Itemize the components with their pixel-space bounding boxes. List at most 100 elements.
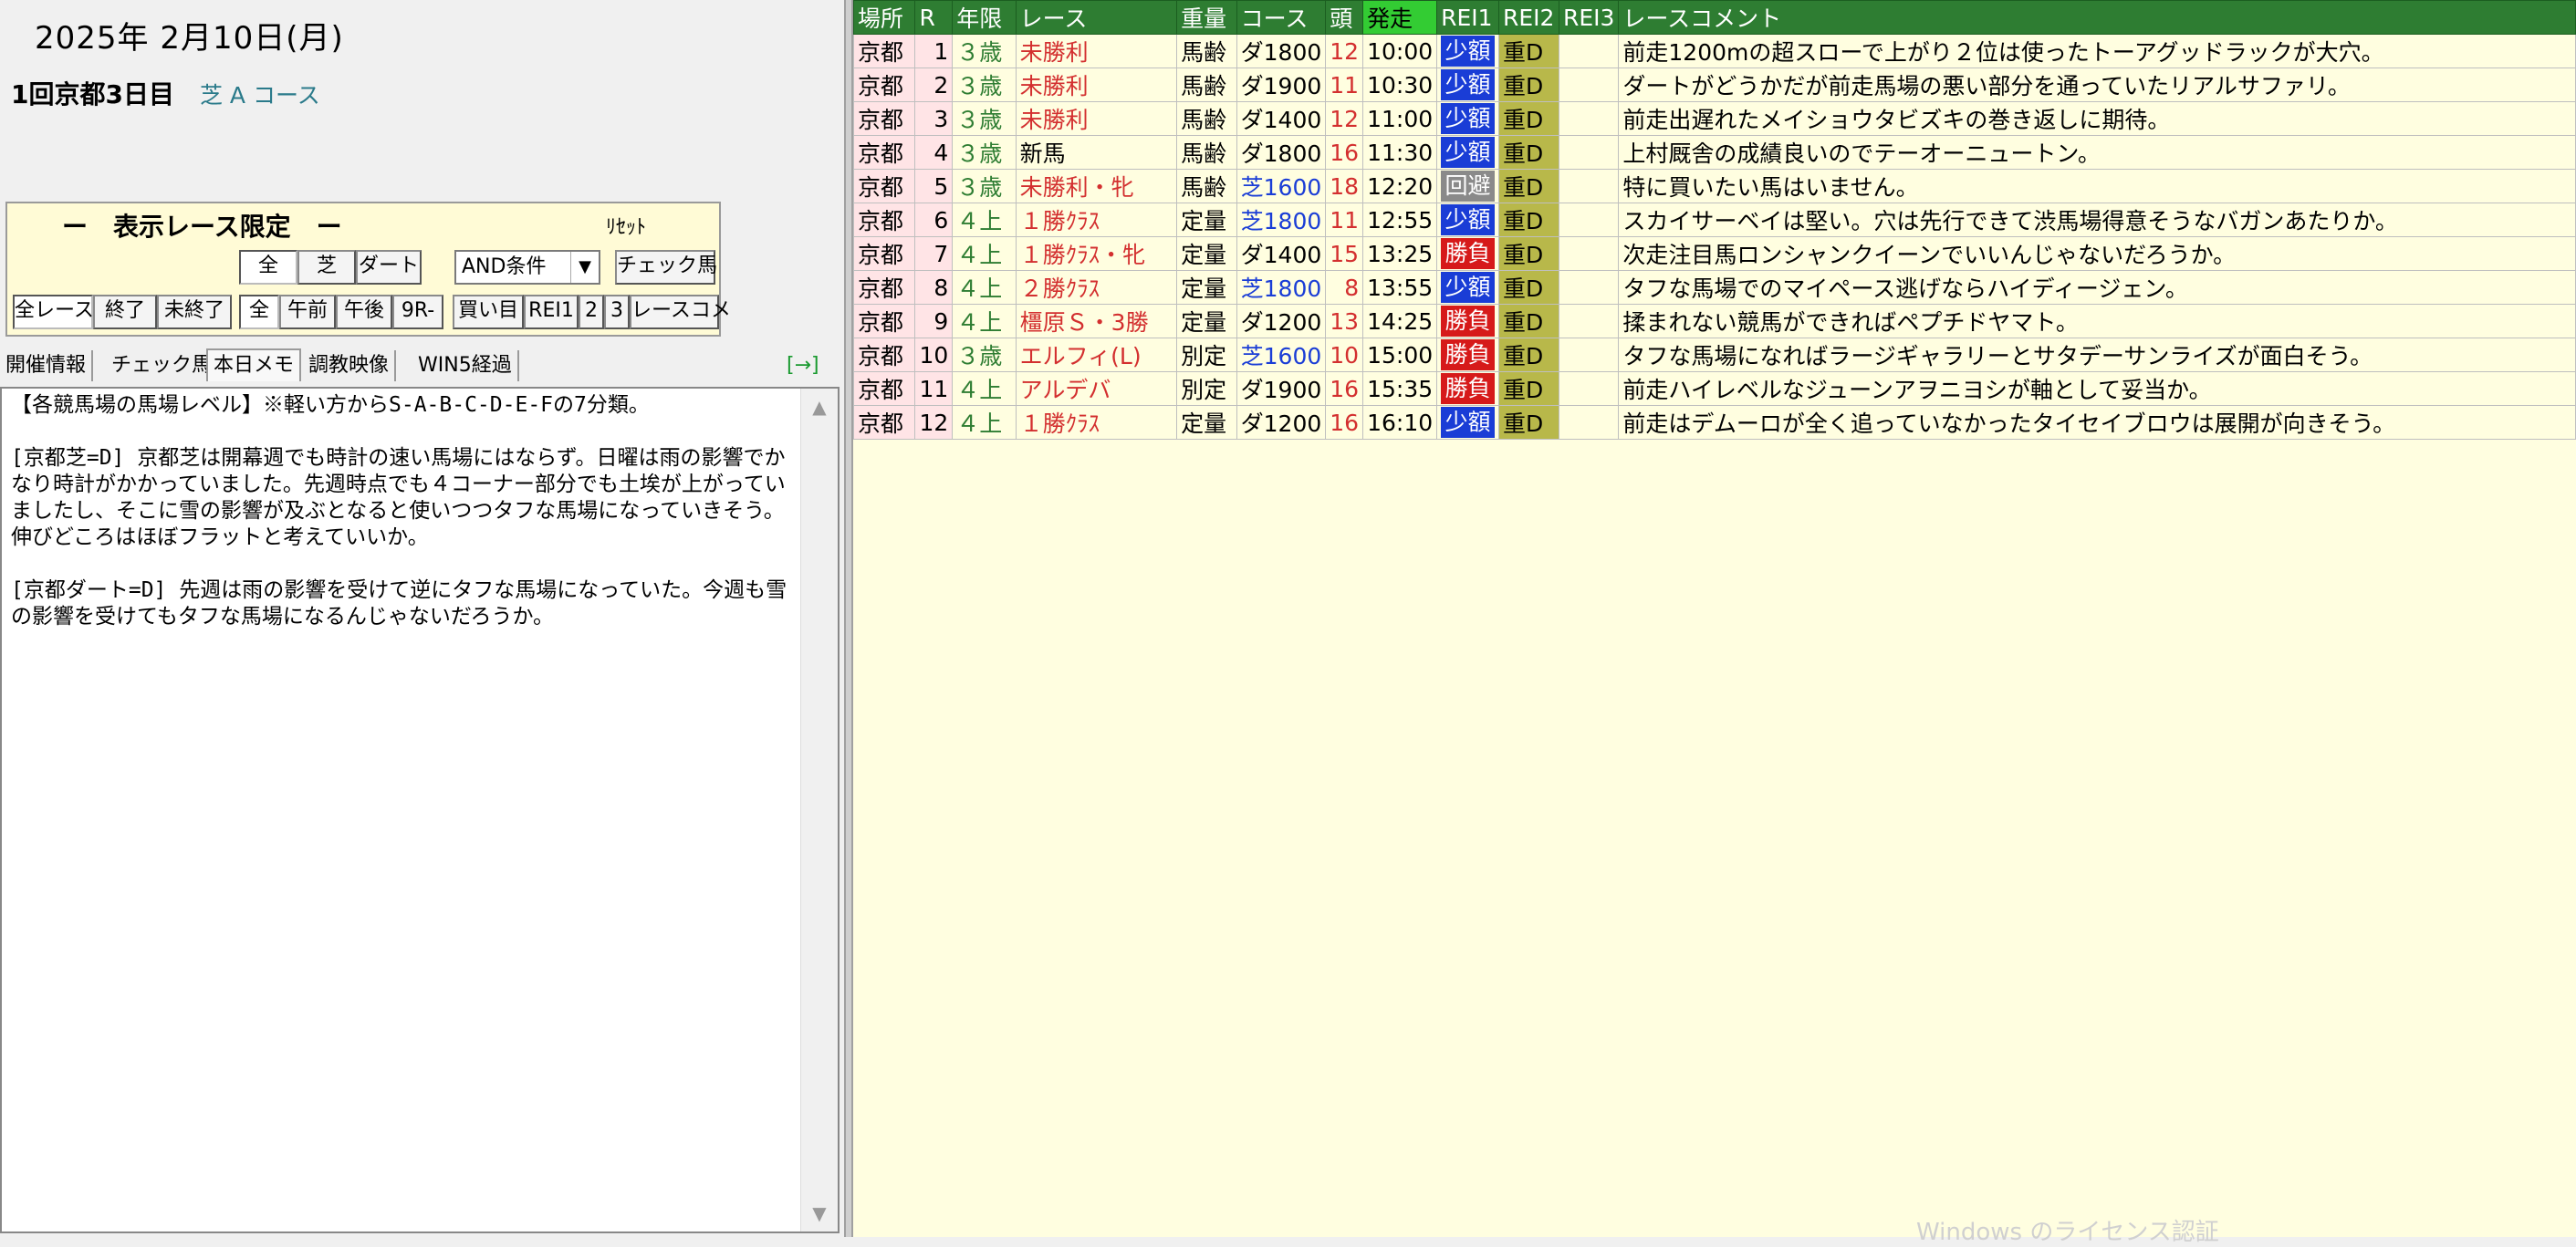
table-row[interactable]: 京都 3 ３歳 未勝利 馬齢 ダ1400 12 11:00 少額 重D 前走出遅れたメイショウタビズ… (852, 101, 2576, 136)
cell-start-time[interactable]: 10:30 (1362, 68, 1438, 102)
check-horse-button[interactable]: チェック馬 (615, 250, 717, 285)
cell-place[interactable]: 京都 (852, 338, 916, 372)
col-start-time[interactable]: 発走 (1362, 0, 1438, 35)
cell-race-name[interactable]: 未勝利・牝 (1015, 169, 1178, 203)
cell-race-comment[interactable]: 上村厩舎の成績良いのでテーオーニュートン。 (1618, 135, 2576, 170)
cell-heads[interactable]: 18 (1325, 169, 1364, 203)
cell-race-comment[interactable]: ダートがどうかだが前走馬場の悪い部分を通っていたリアルサファリ。 (1618, 68, 2576, 102)
cell-rei3[interactable] (1558, 338, 1620, 372)
cell-race-number[interactable]: 8 (914, 270, 954, 305)
cell-heads[interactable]: 11 (1325, 203, 1364, 237)
cell-race-comment[interactable]: 前走1200mの超スローで上がり２位は使ったトーアグッドラックが大穴。 (1618, 34, 2576, 68)
cell-rei3[interactable] (1558, 371, 1620, 406)
panel-splitter[interactable] (844, 0, 853, 1237)
cell-race-name[interactable]: ２勝ｸﾗｽ (1015, 270, 1178, 305)
cell-age[interactable]: ４上 (952, 236, 1017, 271)
cell-rei3[interactable] (1558, 236, 1620, 271)
scroll-down-icon[interactable]: ▼ (801, 1202, 838, 1224)
cell-rei1[interactable]: 回避 (1436, 169, 1499, 203)
cell-start-time[interactable]: 15:35 (1362, 371, 1438, 406)
cell-age[interactable]: ３歳 (952, 338, 1017, 372)
cell-weight[interactable]: 定量 (1176, 304, 1237, 338)
cell-place[interactable]: 京都 (852, 236, 916, 271)
cell-place[interactable]: 京都 (852, 203, 916, 237)
table-row[interactable]: 京都 11 ４上 アルデバ 別定 ダ1900 16 15:35 勝負 重D 前走ハイレベルなジューン… (852, 371, 2576, 406)
cell-race-number[interactable]: 9 (914, 304, 954, 338)
table-row[interactable]: 京都 8 ４上 ２勝ｸﾗｽ 定量 芝1800 8 13:55 少額 重D タフな馬場でのマイペース逃… (852, 270, 2576, 305)
cell-race-number[interactable]: 3 (914, 101, 954, 136)
cell-heads[interactable]: 8 (1325, 270, 1364, 305)
morning-button[interactable]: 午前 (279, 295, 336, 329)
col-race-number[interactable]: R (914, 0, 954, 35)
cell-rei2[interactable]: 重D (1497, 203, 1559, 237)
cell-rei1[interactable]: 少額 (1436, 203, 1499, 237)
cell-rei2[interactable]: 重D (1497, 405, 1559, 440)
cell-age[interactable]: ３歳 (952, 135, 1017, 170)
cell-start-time[interactable]: 12:20 (1362, 169, 1438, 203)
tab-meeting-info[interactable]: 開催情報 (0, 350, 94, 381)
col-weight[interactable]: 重量 (1176, 0, 1237, 35)
cell-race-name[interactable]: １勝ｸﾗｽ (1015, 203, 1178, 237)
cell-rei2[interactable]: 重D (1497, 304, 1559, 338)
cell-age[interactable]: ３歳 (952, 68, 1017, 102)
afternoon-button[interactable]: 午後 (336, 295, 392, 329)
cell-weight[interactable]: 馬齢 (1176, 101, 1237, 136)
rei2-button[interactable]: 2 (579, 295, 604, 329)
cell-start-time[interactable]: 15:00 (1362, 338, 1438, 372)
cell-heads[interactable]: 11 (1325, 68, 1364, 102)
cell-race-name[interactable]: アルデバ (1015, 371, 1178, 406)
cell-race-name[interactable]: １勝ｸﾗｽ・牝 (1015, 236, 1178, 271)
rei3-button[interactable]: 3 (604, 295, 630, 329)
cell-place[interactable]: 京都 (852, 405, 916, 440)
cell-rei1[interactable]: 少額 (1436, 270, 1499, 305)
cell-course[interactable]: ダ1900 (1236, 371, 1327, 406)
condition-select[interactable]: AND条件 ▼ (454, 250, 600, 285)
cell-course[interactable]: 芝1600 (1236, 338, 1327, 372)
cell-rei2[interactable]: 重D (1497, 270, 1559, 305)
scroll-up-icon[interactable]: ▲ (801, 396, 838, 418)
table-row[interactable]: 京都 7 ４上 １勝ｸﾗｽ・牝 定量 ダ1400 15 13:25 勝負 重D 次走注目馬ロンシャン… (852, 236, 2576, 271)
col-rei1[interactable]: REI1 (1436, 0, 1499, 35)
cell-place[interactable]: 京都 (852, 68, 916, 102)
cell-rei3[interactable] (1558, 405, 1620, 440)
cell-rei1[interactable]: 少額 (1436, 405, 1499, 440)
tab-training-video[interactable]: 調教映像 (303, 350, 397, 381)
table-row[interactable]: 京都 4 ３歳 新馬 馬齢 ダ1800 16 11:30 少額 重D 上村厩舎の成績良いのでテーオー… (852, 135, 2576, 170)
memo-text[interactable]: 【各競馬場の馬場レベル】※軽い方からS-A-B-C-D-E-Fの7分類。 [京都… (11, 392, 801, 630)
col-heads[interactable]: 頭 (1325, 0, 1364, 35)
cell-age[interactable]: ３歳 (952, 34, 1017, 68)
cell-heads[interactable]: 13 (1325, 304, 1364, 338)
cell-race-number[interactable]: 11 (914, 371, 954, 406)
cell-age[interactable]: ４上 (952, 203, 1017, 237)
cell-race-number[interactable]: 1 (914, 34, 954, 68)
cell-age[interactable]: ４上 (952, 405, 1017, 440)
cell-race-comment[interactable]: 前走ハイレベルなジューンアヲニヨシが軸として妥当か。 (1618, 371, 2576, 406)
cell-heads[interactable]: 12 (1325, 101, 1364, 136)
cell-race-name[interactable]: エルフィ(L) (1015, 338, 1178, 372)
cell-heads[interactable]: 16 (1325, 135, 1364, 170)
cell-rei2[interactable]: 重D (1497, 236, 1559, 271)
cell-heads[interactable]: 10 (1325, 338, 1364, 372)
cell-race-comment[interactable]: スカイサーベイは堅い。穴は先行できて渋馬場得意そうなバガンあたりか。 (1618, 203, 2576, 237)
col-place[interactable]: 場所 (852, 0, 916, 35)
cell-rei3[interactable] (1558, 34, 1620, 68)
cell-course[interactable]: 芝1800 (1236, 203, 1327, 237)
cell-course[interactable]: ダ1200 (1236, 304, 1327, 338)
cell-rei1[interactable]: 勝負 (1436, 236, 1499, 271)
cell-heads[interactable]: 12 (1325, 34, 1364, 68)
cell-start-time[interactable]: 13:55 (1362, 270, 1438, 305)
cell-weight[interactable]: 定量 (1176, 203, 1237, 237)
cell-rei2[interactable]: 重D (1497, 135, 1559, 170)
table-row[interactable]: 京都 5 ３歳 未勝利・牝 馬齢 芝1600 18 12:20 回避 重D 特に買いたい馬はいません… (852, 169, 2576, 203)
cell-race-number[interactable]: 6 (914, 203, 954, 237)
buy-ticket-button[interactable]: 買い目 (453, 295, 524, 329)
cell-place[interactable]: 京都 (852, 304, 916, 338)
cell-race-number[interactable]: 7 (914, 236, 954, 271)
cell-weight[interactable]: 定量 (1176, 405, 1237, 440)
cell-start-time[interactable]: 16:10 (1362, 405, 1438, 440)
cell-age[interactable]: ３歳 (952, 169, 1017, 203)
cell-place[interactable]: 京都 (852, 34, 916, 68)
cell-place[interactable]: 京都 (852, 270, 916, 305)
cell-weight[interactable]: 別定 (1176, 338, 1237, 372)
cell-course[interactable]: ダ1200 (1236, 405, 1327, 440)
